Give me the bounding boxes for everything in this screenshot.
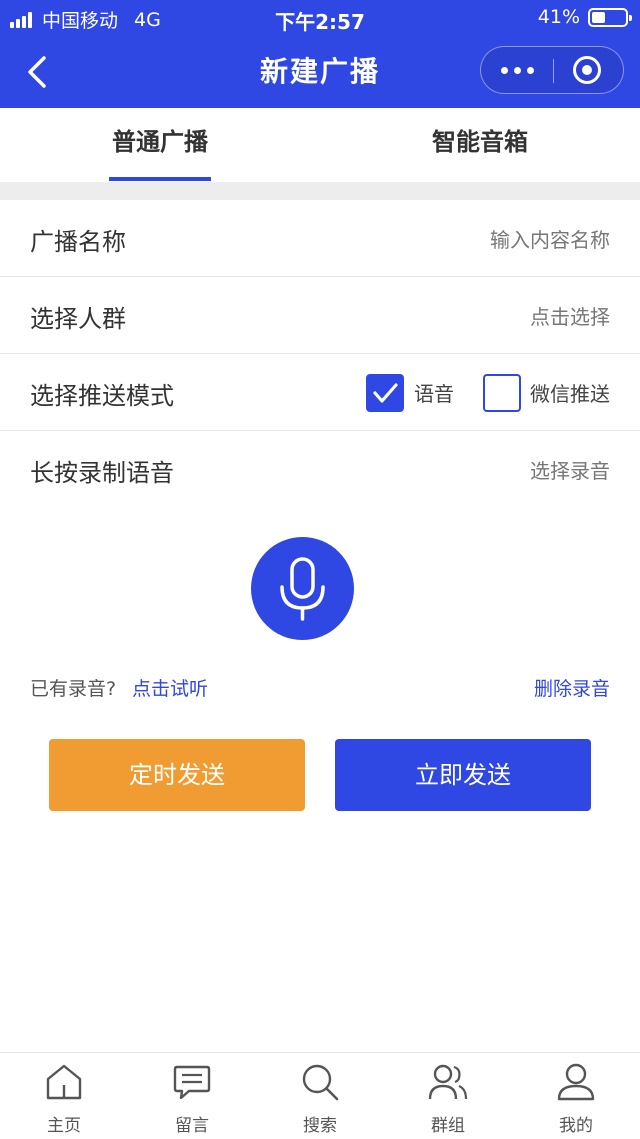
- audience-row[interactable]: 选择人群 点击选择: [0, 277, 640, 354]
- record-row: 长按录制语音 选择录音: [0, 431, 640, 508]
- battery-percent: 41%: [537, 6, 580, 28]
- broadcast-name-label: 广播名称: [30, 228, 126, 256]
- battery-icon: [588, 7, 632, 27]
- home-icon: [46, 1064, 82, 1100]
- tabbar-item-search[interactable]: 搜索: [256, 1053, 384, 1139]
- wechat-push-checkbox[interactable]: [483, 374, 521, 412]
- tabbar-item-home[interactable]: 主页: [0, 1053, 128, 1139]
- top-bar: 中国移动 4G 下午2:57 41% 新建广播: [0, 0, 640, 108]
- tabbar-label: 群组: [431, 1116, 465, 1136]
- mini-program-capsule: [480, 46, 624, 94]
- tabbar-item-group[interactable]: 群组: [384, 1053, 512, 1139]
- broadcast-name-row[interactable]: 广播名称 输入内容名称: [0, 200, 640, 277]
- tabbar-label: 搜索: [303, 1116, 337, 1136]
- tab-normal-broadcast[interactable]: 普通广播: [0, 108, 320, 182]
- message-icon: [173, 1065, 211, 1100]
- recording-hint: 已有录音?: [30, 678, 117, 700]
- select-recording-link[interactable]: 选择录音: [530, 455, 610, 484]
- tab-smart-speaker[interactable]: 智能音箱: [320, 108, 640, 182]
- delete-recording-link[interactable]: 删除录音: [534, 674, 610, 701]
- record-mic-button[interactable]: [251, 537, 354, 640]
- voice-checkbox[interactable]: [366, 374, 404, 412]
- nav-bar: 新建广播: [0, 36, 640, 108]
- new-broadcast-page: 中国移动 4G 下午2:57 41% 新建广播 普通广播 智能音箱 广播名称 输…: [0, 0, 640, 1139]
- audience-select[interactable]: 点击选择: [530, 301, 610, 330]
- user-icon: [557, 1063, 595, 1101]
- send-now-button[interactable]: 立即发送: [335, 739, 591, 811]
- microphone-icon: [280, 557, 325, 621]
- broadcast-name-input[interactable]: 输入内容名称: [490, 224, 610, 253]
- push-mode-label: 选择推送模式: [30, 382, 174, 410]
- close-mini-program-button[interactable]: [551, 47, 623, 93]
- wechat-push-option-label: 微信推送: [530, 382, 610, 406]
- tabbar-item-me[interactable]: 我的: [512, 1053, 640, 1139]
- more-dots-icon: [498, 66, 537, 74]
- bottom-tab-bar: 主页 留言 搜索 群组 我的: [0, 1052, 640, 1139]
- scheduled-send-button[interactable]: 定时发送: [49, 739, 305, 811]
- more-button[interactable]: [481, 47, 553, 93]
- voice-option-label: 语音: [414, 382, 454, 406]
- recording-status: 已有录音? 点击试听 删除录音: [0, 672, 640, 702]
- record-label: 长按录制语音: [30, 459, 174, 487]
- group-icon: [428, 1064, 468, 1100]
- status-bar: 中国移动 4G 下午2:57 41%: [0, 0, 640, 36]
- search-icon: [302, 1064, 339, 1101]
- play-recording-link[interactable]: 点击试听: [132, 674, 208, 701]
- section-divider: [0, 182, 640, 200]
- tabbar-label: 主页: [47, 1116, 81, 1136]
- tabbar-label: 我的: [559, 1116, 593, 1136]
- tabbar-label: 留言: [175, 1116, 209, 1136]
- audience-label: 选择人群: [30, 305, 126, 333]
- check-icon: [373, 383, 398, 403]
- broadcast-tabs: 普通广播 智能音箱: [0, 108, 640, 182]
- tabbar-item-message[interactable]: 留言: [128, 1053, 256, 1139]
- push-mode-row: 选择推送模式 语音 微信推送: [0, 354, 640, 431]
